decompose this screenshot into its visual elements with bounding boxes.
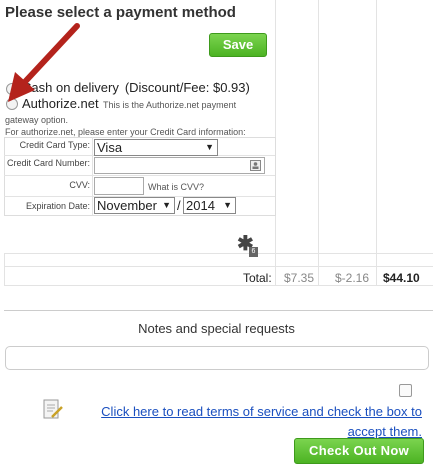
form-rule <box>4 175 275 176</box>
authorize-description: This is the Authorize.net payment <box>103 100 237 110</box>
notes-heading: Notes and special requests <box>138 321 295 336</box>
terms-checkbox[interactable] <box>399 384 412 397</box>
card-number-label: Credit Card Number: <box>6 158 90 168</box>
table-rule <box>4 285 433 286</box>
expiration-year-select[interactable]: 2014 ▼ <box>183 197 236 214</box>
total-label: Total: <box>243 271 272 285</box>
table-divider <box>376 0 377 285</box>
expiration-month-select[interactable]: November ▼ <box>94 197 175 214</box>
chevron-down-icon: ▼ <box>205 142 214 152</box>
date-separator: / <box>177 198 181 213</box>
checkout-button[interactable]: Check Out Now <box>294 438 424 464</box>
expiration-month-value: November <box>97 198 157 213</box>
table-divider <box>318 0 319 285</box>
expiration-label: Expiration Date: <box>25 201 90 211</box>
cvv-label: CVV: <box>69 180 90 190</box>
section-divider <box>4 310 433 311</box>
table-divider <box>4 253 5 285</box>
table-rule <box>4 253 433 254</box>
subtotal-value: $7.35 <box>284 271 315 285</box>
asterisk-badge-icon: 6 <box>249 247 258 257</box>
page-title: Please select a payment method <box>5 4 236 21</box>
red-arrow-annotation <box>8 23 80 102</box>
table-rule <box>4 266 433 267</box>
form-divider <box>92 137 93 215</box>
cod-fee: (Discount/Fee: $0.93) <box>124 80 250 95</box>
discount-value: $-2.16 <box>335 271 370 285</box>
expiration-year-value: 2014 <box>186 198 215 213</box>
card-number-input[interactable] <box>94 157 265 174</box>
notes-input[interactable] <box>5 346 429 370</box>
cvv-input[interactable] <box>94 177 144 195</box>
cvv-help-link[interactable]: What is CVV? <box>148 182 204 192</box>
save-button[interactable]: Save <box>209 33 267 57</box>
card-type-label: Credit Card Type: <box>19 140 90 150</box>
grand-total-value: $44.10 <box>383 271 420 285</box>
chevron-down-icon: ▼ <box>162 200 171 210</box>
terms-link[interactable]: Click here to read terms of service and … <box>76 402 422 442</box>
chevron-down-icon: ▼ <box>223 200 232 210</box>
contact-card-icon <box>250 160 261 171</box>
card-type-value: Visa <box>97 140 123 155</box>
authorize-description-cont: gateway option. <box>5 115 69 125</box>
card-type-select[interactable]: Visa ▼ <box>94 139 218 156</box>
document-pen-icon <box>43 399 63 419</box>
authorize-instructions: For authorize.net, please enter your Cre… <box>5 127 246 137</box>
